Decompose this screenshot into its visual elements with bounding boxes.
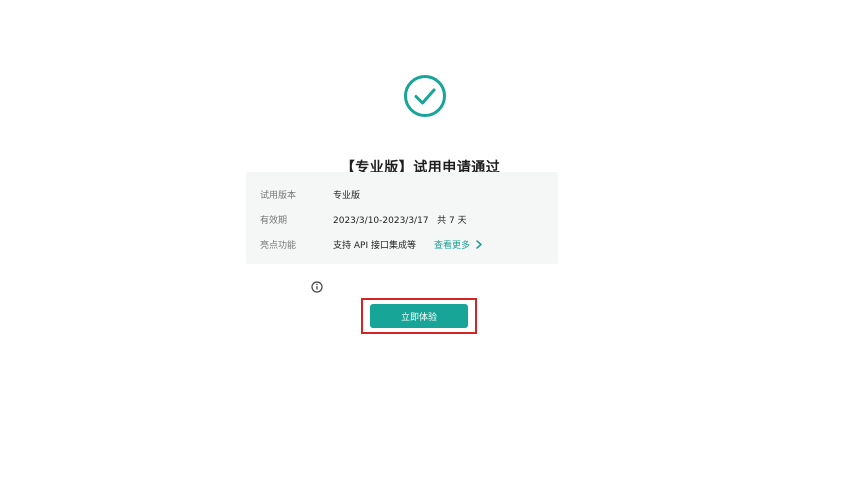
info-icon[interactable] xyxy=(311,278,323,293)
detail-row-validity: 有效期 2023/3/10-2023/3/17 共 7 天 xyxy=(260,213,467,226)
view-more-label: 查看更多 xyxy=(433,241,470,251)
detail-value: 2023/3/10-2023/3/17 共 7 天 xyxy=(333,216,467,226)
detail-label: 有效期 xyxy=(260,216,288,226)
detail-row-features: 亮点功能 支持 API 接口集成等 查看更多 xyxy=(260,238,482,251)
trial-details-card: 试用版本 专业版 有效期 2023/3/10-2023/3/17 共 7 天 亮… xyxy=(246,172,558,264)
try-now-button[interactable]: 立即体验 xyxy=(370,304,468,328)
detail-label: 试用版本 xyxy=(260,191,297,201)
chevron-right-icon xyxy=(476,240,482,249)
detail-row-version: 试用版本 专业版 xyxy=(260,188,360,201)
detail-value: 支持 API 接口集成等 xyxy=(333,241,416,251)
detail-label: 亮点功能 xyxy=(260,241,297,251)
view-more-link[interactable]: 查看更多 xyxy=(434,238,482,251)
detail-value: 专业版 xyxy=(333,191,361,201)
success-check-icon xyxy=(403,74,447,118)
